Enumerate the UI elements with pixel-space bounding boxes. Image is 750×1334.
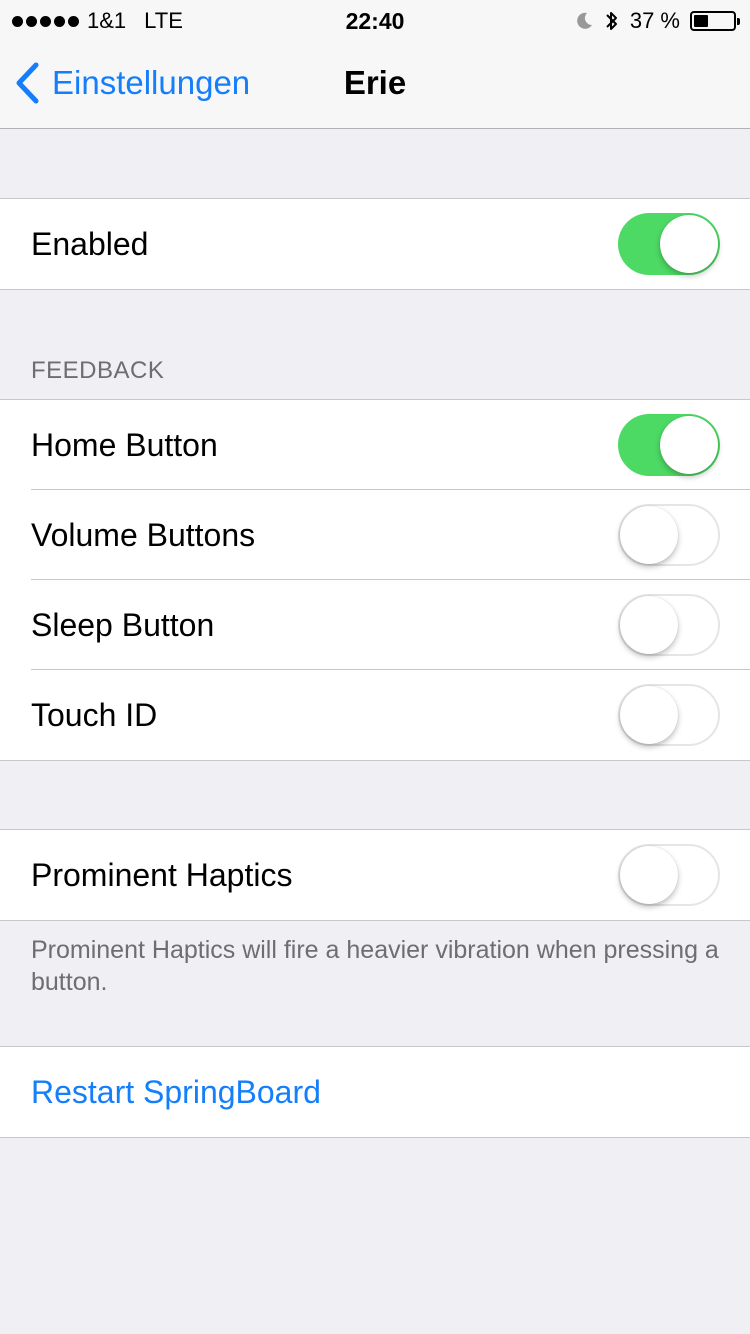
prominent-haptics-toggle[interactable]: [618, 844, 720, 906]
restart-springboard-button[interactable]: Restart SpringBoard: [31, 1074, 321, 1111]
home-button-label: Home Button: [31, 426, 218, 463]
restart-group: Restart SpringBoard: [0, 1046, 750, 1138]
status-bar: 1&1 LTE 22:40 37 %: [0, 0, 750, 40]
enabled-toggle[interactable]: [618, 213, 720, 275]
page-title: Erie: [343, 64, 407, 101]
touch-id-toggle[interactable]: [618, 684, 720, 746]
status-right: 37 %: [574, 8, 740, 34]
enabled-label: Enabled: [31, 225, 149, 262]
touch-id-label: Touch ID: [31, 696, 158, 733]
bluetooth-icon: [606, 12, 617, 30]
sleep-button-cell: Sleep Button: [0, 580, 750, 670]
volume-buttons-toggle[interactable]: [618, 504, 720, 566]
feedback-section-header: FEEDBACK: [31, 357, 165, 384]
prominent-haptics-cell: Prominent Haptics: [0, 830, 750, 920]
sleep-button-label: Sleep Button: [31, 606, 215, 643]
sleep-button-toggle[interactable]: [618, 594, 720, 656]
home-button-toggle[interactable]: [618, 414, 720, 476]
restart-springboard-cell[interactable]: Restart SpringBoard: [0, 1047, 750, 1137]
haptics-group: Prominent Haptics: [0, 829, 750, 921]
volume-buttons-label: Volume Buttons: [31, 516, 256, 553]
feedback-group: Home Button Volume Buttons Sleep Button …: [0, 399, 750, 761]
enabled-group: Enabled: [0, 198, 750, 290]
touch-id-cell: Touch ID: [0, 670, 750, 760]
haptics-footer-text: Prominent Haptics will fire a heavier vi…: [31, 936, 719, 996]
volume-buttons-cell: Volume Buttons: [0, 490, 750, 580]
prominent-haptics-label: Prominent Haptics: [31, 856, 293, 893]
enabled-cell: Enabled: [0, 199, 750, 289]
moon-icon: [577, 12, 592, 29]
battery-icon: [690, 11, 740, 31]
home-button-cell: Home Button: [0, 400, 750, 490]
battery-percent: 37 %: [629, 8, 680, 33]
navigation-bar: Einstellungen Erie: [0, 40, 750, 129]
